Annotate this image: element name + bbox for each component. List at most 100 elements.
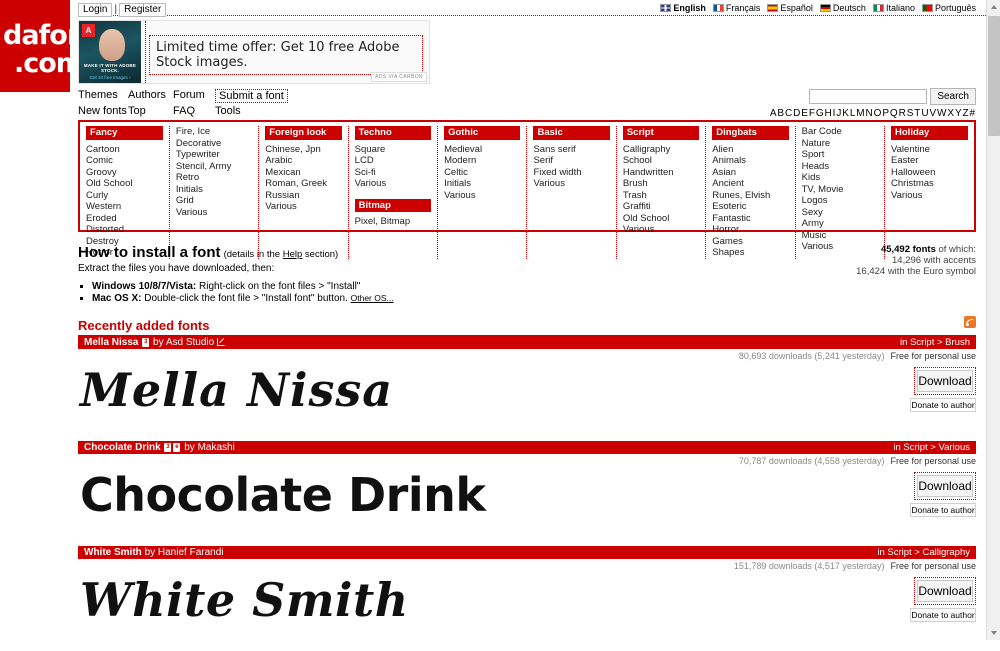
alpha-link-f[interactable]: F [809,108,816,119]
language-option-italiano[interactable]: Italiano [872,3,915,13]
nav-item-themes[interactable]: Themes [78,89,118,101]
category-link[interactable]: Stencil, Army [176,161,231,172]
category-link[interactable]: LCD [355,155,374,166]
category-link[interactable]: Decorative [176,138,221,149]
advertisement[interactable]: A MAKE IT WITH ADOBE STOCK. Get 10 free … [78,20,988,88]
register-button[interactable]: Register [119,3,167,17]
category-link[interactable]: Fixed width [533,167,581,178]
alpha-link-#[interactable]: # [970,108,976,119]
category-link[interactable]: Easter [891,155,918,166]
alpha-link-w[interactable]: W [937,108,947,119]
category-link[interactable]: Distorted [86,224,124,235]
nav-item-forum[interactable]: Forum [173,89,205,101]
category-link[interactable]: Alien [712,144,733,155]
category-link[interactable]: Nature [802,138,831,149]
alpha-link-r[interactable]: R [899,108,907,119]
font-name-link[interactable]: Mella Nissa [84,337,141,348]
donate-button[interactable]: Donate to author [910,608,976,622]
category-link[interactable]: Sci-fi [355,167,376,178]
category-link[interactable]: Medieval [444,144,482,155]
ad-thumbnail-image[interactable]: A MAKE IT WITH ADOBE STOCK. Get 10 free … [79,21,141,83]
font-name-link[interactable]: White Smith [84,547,145,558]
category-link[interactable]: School [623,155,652,166]
category-link[interactable]: Roman, Greek [265,178,327,189]
category-link[interactable]: Square [355,144,386,155]
alpha-link-y[interactable]: Y [955,108,963,119]
alpha-link-h[interactable]: H [825,108,833,119]
font-preview-image[interactable]: Mella Nissa [80,353,393,427]
category-link[interactable]: Eroded [86,213,117,224]
alpha-link-c[interactable]: C [785,108,793,119]
category-heading-script[interactable]: Script [622,126,700,140]
category-link[interactable]: Arabic [265,155,292,166]
category-link[interactable]: Mexican [265,167,300,178]
category-link[interactable]: Runes, Elvish [712,190,770,201]
alpha-link-n[interactable]: N [866,108,874,119]
font-preview-image[interactable]: White Smith [80,563,409,637]
alpha-link-x[interactable]: X [947,108,955,119]
category-heading-fancy[interactable]: Fancy [86,126,163,140]
alphabet-navigation[interactable]: ABCDEFGHIJKLMNOPQRSTUVWXYZ# [770,108,976,119]
category-link[interactable]: Various [891,190,923,201]
category-link[interactable]: Serif [533,155,553,166]
category-link[interactable]: Halloween [891,167,935,178]
external-link-icon[interactable] [217,338,226,347]
alpha-link-v[interactable]: V [929,108,937,119]
download-button[interactable]: Download [914,367,976,395]
language-option-espaol[interactable]: Español [767,3,813,13]
category-heading-techno[interactable]: Techno [354,126,432,140]
category-link[interactable]: Bar Code [802,126,842,137]
license-label[interactable]: Free for personal use [890,351,976,361]
category-link[interactable]: Fantastic [712,213,751,224]
category-link[interactable]: Old School [86,178,132,189]
ad-attribution[interactable]: ADS VIA CARBON [371,72,427,82]
category-link[interactable]: Horror [712,224,739,235]
category-link[interactable]: Initials [176,184,203,195]
category-link[interactable]: Music [802,230,827,241]
download-button[interactable]: Download [914,472,976,500]
category-link[interactable]: Handwritten [623,167,674,178]
category-link[interactable]: Various [444,190,476,201]
rss-icon[interactable] [964,316,976,328]
category-link[interactable]: Curly [86,190,108,201]
category-link[interactable]: Army [802,218,824,229]
category-link[interactable]: Logos [802,195,828,206]
ad-headline[interactable]: Limited time offer: Get 10 free Adobe St… [149,35,423,75]
category-link[interactable]: Comic [86,155,113,166]
category-link[interactable]: Old School [623,213,669,224]
category-link[interactable]: Calligraphy [623,144,671,155]
nav-item-authors[interactable]: Authors [128,89,166,101]
category-link[interactable]: Esoteric [712,201,746,212]
alpha-link-p[interactable]: P [882,108,890,119]
language-option-english[interactable]: English [660,3,706,13]
category-link[interactable]: Sport [802,149,825,160]
nav-item-faq[interactable]: FAQ [173,105,195,117]
login-button[interactable]: Login [78,3,113,17]
other-os-link[interactable]: Other OS... [351,293,394,303]
alpha-link-q[interactable]: Q [890,108,899,119]
scroll-up-arrow-icon[interactable] [987,0,1000,14]
alpha-link-m[interactable]: M [856,108,865,119]
font-preview-image[interactable]: Chocolate Drink [80,458,486,532]
category-link[interactable]: Brush [623,178,648,189]
nav-item-tools[interactable]: Tools [215,105,241,117]
category-link[interactable]: Animals [712,155,746,166]
category-link[interactable]: Various [623,224,655,235]
category-link[interactable]: Retro [176,172,199,183]
category-heading-gothic[interactable]: Gothic [444,126,521,140]
nav-item-top[interactable]: Top [128,105,146,117]
category-link[interactable]: Groovy [86,167,117,178]
alpha-link-z[interactable]: Z [963,108,970,119]
category-link[interactable]: Ancient [712,178,744,189]
category-link[interactable]: Western [86,201,121,212]
search-input[interactable] [809,89,928,104]
category-link[interactable]: Heads [802,161,829,172]
category-link[interactable]: Various [355,178,387,189]
alpha-link-g[interactable]: G [816,108,825,119]
category-link[interactable]: Modern [444,155,476,166]
category-link[interactable]: Various [265,201,297,212]
download-button[interactable]: Download [914,577,976,605]
scroll-down-arrow-icon[interactable] [987,626,1000,640]
category-link[interactable]: Grid [176,195,194,206]
category-heading-holiday[interactable]: Holiday [891,126,968,140]
